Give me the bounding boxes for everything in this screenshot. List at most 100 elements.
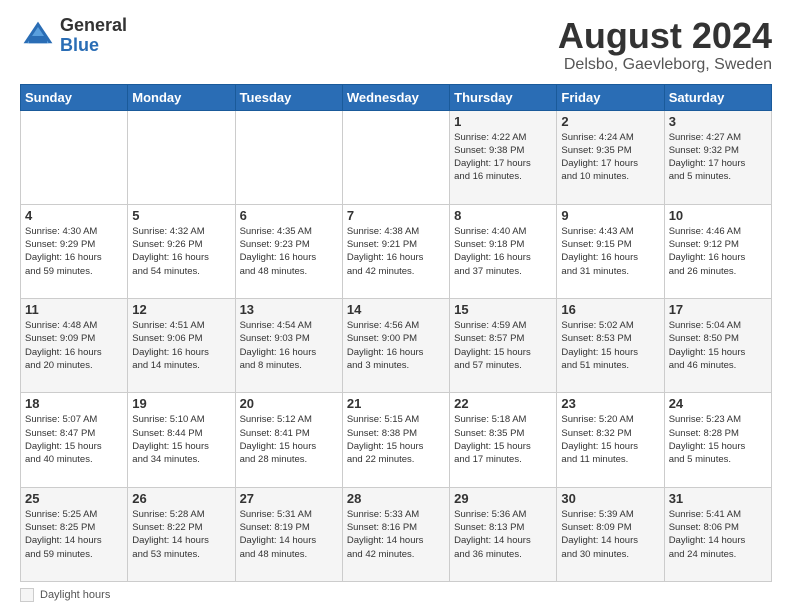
- day-info: Sunrise: 5:12 AM Sunset: 8:41 PM Dayligh…: [240, 413, 338, 466]
- day-info: Sunrise: 5:33 AM Sunset: 8:16 PM Dayligh…: [347, 508, 445, 561]
- calendar-cell-w2-d5: 8Sunrise: 4:40 AM Sunset: 9:18 PM Daylig…: [450, 204, 557, 298]
- day-info: Sunrise: 5:36 AM Sunset: 8:13 PM Dayligh…: [454, 508, 552, 561]
- calendar-cell-w4-d3: 20 Sunrise: 5:12 AM Sunset: 8:41 PM Dayli…: [235, 393, 342, 487]
- day-number: 5: [132, 208, 230, 223]
- day-number: 28: [347, 491, 445, 506]
- header-wednesday: Wednesday: [342, 84, 449, 110]
- day-info: Sunrise: 4:22 AM Sunset: 9:38 PM Dayligh…: [454, 131, 552, 184]
- logo-general-text: General: [60, 16, 127, 36]
- day-number: 29: [454, 491, 552, 506]
- day-number: 24: [669, 396, 767, 411]
- day-info: Sunrise: 4:54 AM Sunset: 9:03 PM Dayligh…: [240, 319, 338, 372]
- day-number: 25: [25, 491, 123, 506]
- day-info: Sunrise: 4:46 AM Sunset: 9:12 PM Dayligh…: [669, 225, 767, 278]
- subtitle: Delsbo, Gaevleborg, Sweden: [558, 56, 772, 74]
- day-info: Sunrise: 5:28 AM Sunset: 8:22 PM Dayligh…: [132, 508, 230, 561]
- day-info: Sunrise: 4:48 AM Sunset: 9:09 PM Dayligh…: [25, 319, 123, 372]
- day-info: Sunrise: 4:38 AM Sunset: 9:21 PM Dayligh…: [347, 225, 445, 278]
- calendar-week-row-3: 11 Sunrise: 4:48 AM Sunset: 9:09 PM Dayli…: [21, 299, 772, 393]
- calendar-cell-w5-d7: 31 Sunrise: 5:41 AM Sunset: 8:06 PM Dayli…: [664, 487, 771, 581]
- day-info: Sunrise: 4:27 AM Sunset: 9:32 PM Dayligh…: [669, 131, 767, 184]
- title-block: August 2024 Delsbo, Gaevleborg, Sweden: [558, 16, 772, 74]
- day-info: Sunrise: 5:07 AM Sunset: 8:47 PM Dayligh…: [25, 413, 123, 466]
- calendar-cell-w3-d1: 11 Sunrise: 4:48 AM Sunset: 9:09 PM Dayli…: [21, 299, 128, 393]
- header-friday: Friday: [557, 84, 664, 110]
- daylight-label: Daylight hours: [40, 589, 110, 601]
- day-number: 1: [454, 114, 552, 129]
- daylight-box-icon: [20, 588, 34, 602]
- calendar-cell-w4-d4: 21Sunrise: 5:15 AM Sunset: 8:38 PM Dayli…: [342, 393, 449, 487]
- day-info: Sunrise: 4:24 AM Sunset: 9:35 PM Dayligh…: [561, 131, 659, 184]
- calendar-week-row-2: 4 Sunrise: 4:30 AM Sunset: 9:29 PM Daylig…: [21, 204, 772, 298]
- calendar-cell-w1-d1: [21, 110, 128, 204]
- day-info: Sunrise: 5:20 AM Sunset: 8:32 PM Dayligh…: [561, 413, 659, 466]
- logo-icon: [20, 18, 56, 54]
- calendar-cell-w1-d7: 3 Sunrise: 4:27 AM Sunset: 9:32 PM Daylig…: [664, 110, 771, 204]
- calendar-cell-w5-d6: 30Sunrise: 5:39 AM Sunset: 8:09 PM Dayli…: [557, 487, 664, 581]
- day-number: 14: [347, 302, 445, 317]
- day-info: Sunrise: 4:30 AM Sunset: 9:29 PM Dayligh…: [25, 225, 123, 278]
- calendar-cell-w4-d5: 22 Sunrise: 5:18 AM Sunset: 8:35 PM Dayli…: [450, 393, 557, 487]
- day-number: 12: [132, 302, 230, 317]
- calendar-week-row-1: 1 Sunrise: 4:22 AM Sunset: 9:38 PM Daylig…: [21, 110, 772, 204]
- header-monday: Monday: [128, 84, 235, 110]
- day-number: 23: [561, 396, 659, 411]
- day-info: Sunrise: 5:23 AM Sunset: 8:28 PM Dayligh…: [669, 413, 767, 466]
- day-number: 16: [561, 302, 659, 317]
- day-number: 15: [454, 302, 552, 317]
- day-number: 3: [669, 114, 767, 129]
- day-info: Sunrise: 5:02 AM Sunset: 8:53 PM Dayligh…: [561, 319, 659, 372]
- calendar-cell-w3-d3: 13Sunrise: 4:54 AM Sunset: 9:03 PM Dayli…: [235, 299, 342, 393]
- day-info: Sunrise: 4:40 AM Sunset: 9:18 PM Dayligh…: [454, 225, 552, 278]
- day-number: 2: [561, 114, 659, 129]
- day-number: 27: [240, 491, 338, 506]
- day-number: 4: [25, 208, 123, 223]
- day-number: 6: [240, 208, 338, 223]
- calendar-cell-w2-d1: 4 Sunrise: 4:30 AM Sunset: 9:29 PM Daylig…: [21, 204, 128, 298]
- day-info: Sunrise: 4:32 AM Sunset: 9:26 PM Dayligh…: [132, 225, 230, 278]
- calendar-table: Sunday Monday Tuesday Wednesday Thursday…: [20, 84, 772, 582]
- calendar-cell-w5-d2: 26 Sunrise: 5:28 AM Sunset: 8:22 PM Dayli…: [128, 487, 235, 581]
- calendar-cell-w1-d2: [128, 110, 235, 204]
- calendar-week-row-4: 18 Sunrise: 5:07 AM Sunset: 8:47 PM Dayli…: [21, 393, 772, 487]
- day-info: Sunrise: 4:43 AM Sunset: 9:15 PM Dayligh…: [561, 225, 659, 278]
- day-number: 26: [132, 491, 230, 506]
- day-number: 22: [454, 396, 552, 411]
- calendar-cell-w2-d4: 7Sunrise: 4:38 AM Sunset: 9:21 PM Daylig…: [342, 204, 449, 298]
- calendar-cell-w4-d1: 18 Sunrise: 5:07 AM Sunset: 8:47 PM Dayli…: [21, 393, 128, 487]
- day-number: 11: [25, 302, 123, 317]
- header-thursday: Thursday: [450, 84, 557, 110]
- day-info: Sunrise: 5:41 AM Sunset: 8:06 PM Dayligh…: [669, 508, 767, 561]
- day-info: Sunrise: 5:31 AM Sunset: 8:19 PM Dayligh…: [240, 508, 338, 561]
- day-number: 31: [669, 491, 767, 506]
- day-number: 17: [669, 302, 767, 317]
- calendar-cell-w3-d4: 14 Sunrise: 4:56 AM Sunset: 9:00 PM Dayli…: [342, 299, 449, 393]
- header-sunday: Sunday: [21, 84, 128, 110]
- day-number: 18: [25, 396, 123, 411]
- header-tuesday: Tuesday: [235, 84, 342, 110]
- day-info: Sunrise: 4:51 AM Sunset: 9:06 PM Dayligh…: [132, 319, 230, 372]
- logo-blue-text: Blue: [60, 36, 127, 56]
- day-info: Sunrise: 5:15 AM Sunset: 8:38 PM Dayligh…: [347, 413, 445, 466]
- calendar-cell-w2-d6: 9 Sunrise: 4:43 AM Sunset: 9:15 PM Daylig…: [557, 204, 664, 298]
- day-info: Sunrise: 4:56 AM Sunset: 9:00 PM Dayligh…: [347, 319, 445, 372]
- main-title: August 2024: [558, 16, 772, 56]
- calendar-cell-w1-d5: 1 Sunrise: 4:22 AM Sunset: 9:38 PM Daylig…: [450, 110, 557, 204]
- calendar-cell-w1-d6: 2 Sunrise: 4:24 AM Sunset: 9:35 PM Daylig…: [557, 110, 664, 204]
- logo-text: General Blue: [60, 16, 127, 56]
- day-info: Sunrise: 5:04 AM Sunset: 8:50 PM Dayligh…: [669, 319, 767, 372]
- day-info: Sunrise: 4:59 AM Sunset: 8:57 PM Dayligh…: [454, 319, 552, 372]
- header-saturday: Saturday: [664, 84, 771, 110]
- calendar-cell-w5-d1: 25 Sunrise: 5:25 AM Sunset: 8:25 PM Dayli…: [21, 487, 128, 581]
- header: General Blue August 2024 Delsbo, Gaevleb…: [20, 16, 772, 74]
- day-number: 30: [561, 491, 659, 506]
- calendar-cell-w3-d2: 12 Sunrise: 4:51 AM Sunset: 9:06 PM Dayli…: [128, 299, 235, 393]
- day-info: Sunrise: 5:25 AM Sunset: 8:25 PM Dayligh…: [25, 508, 123, 561]
- day-number: 10: [669, 208, 767, 223]
- day-info: Sunrise: 5:18 AM Sunset: 8:35 PM Dayligh…: [454, 413, 552, 466]
- day-number: 20: [240, 396, 338, 411]
- calendar-cell-w5-d3: 27 Sunrise: 5:31 AM Sunset: 8:19 PM Dayli…: [235, 487, 342, 581]
- day-number: 9: [561, 208, 659, 223]
- calendar-cell-w4-d2: 19Sunrise: 5:10 AM Sunset: 8:44 PM Dayli…: [128, 393, 235, 487]
- calendar-cell-w5-d4: 28 Sunrise: 5:33 AM Sunset: 8:16 PM Dayli…: [342, 487, 449, 581]
